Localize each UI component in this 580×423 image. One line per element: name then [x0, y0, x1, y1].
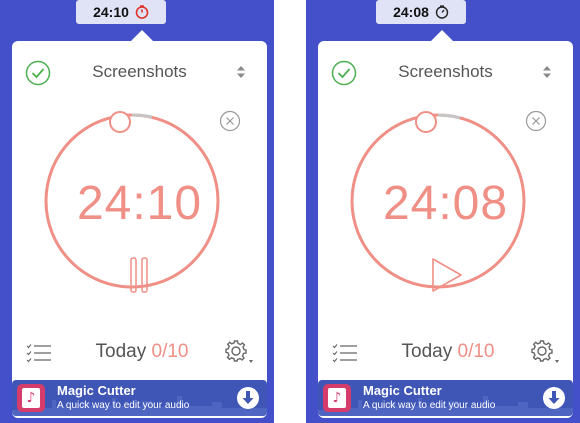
popover-arrow	[131, 30, 153, 41]
pause-icon[interactable]	[119, 254, 159, 300]
check-icon[interactable]	[25, 60, 51, 86]
project-select-arrows-icon[interactable]	[236, 65, 246, 79]
menubar-time: 24:08	[393, 4, 429, 20]
timer-icon	[435, 5, 449, 19]
today-label: Today	[401, 341, 453, 362]
task-list-icon[interactable]	[26, 343, 52, 363]
panel-paused: 24:08 Screenshots 24:08 Today 0/10 ♪ Mag…	[306, 0, 580, 423]
download-icon[interactable]	[236, 386, 260, 410]
stats-footer: Today 0/10	[318, 338, 573, 368]
popover-arrow	[431, 30, 453, 41]
stats-footer: Today 0/10	[12, 338, 267, 368]
timer-popover: Screenshots 24:08 Today 0/10 ♪ Magic Cut…	[318, 30, 573, 418]
ad-subtitle: A quick way to edit your audio	[363, 400, 496, 411]
menubar-timer[interactable]: 24:08	[376, 0, 466, 24]
today-label: Today	[95, 341, 147, 362]
ad-title: Magic Cutter	[363, 383, 442, 398]
project-header: Screenshots	[318, 55, 573, 89]
today-count: 0/10	[151, 341, 189, 362]
project-title[interactable]: Screenshots	[52, 62, 227, 82]
timer-progress-knob[interactable]	[414, 110, 438, 134]
play-icon[interactable]	[425, 254, 465, 300]
download-icon[interactable]	[542, 386, 566, 410]
today-stats: Today 0/10	[378, 341, 518, 363]
music-note-icon: ♪	[22, 388, 40, 408]
menubar-timer[interactable]: 24:10	[76, 0, 166, 24]
menubar-time: 24:10	[93, 4, 129, 20]
ad-banner[interactable]: ♪ Magic Cutter A quick way to edit your …	[12, 380, 267, 416]
check-icon[interactable]	[331, 60, 357, 86]
today-count: 0/10	[457, 341, 495, 362]
magic-cutter-app-icon: ♪	[323, 384, 351, 412]
close-icon[interactable]	[219, 110, 241, 132]
today-stats: Today 0/10	[72, 341, 212, 363]
magic-cutter-app-icon: ♪	[17, 384, 45, 412]
timer-display: 24:10	[76, 177, 203, 230]
project-select-arrows-icon[interactable]	[542, 65, 552, 79]
ad-title: Magic Cutter	[57, 383, 136, 398]
timer-progress-knob[interactable]	[108, 110, 132, 134]
timer-popover: Screenshots 24:10 Today 0/10 ♪ Magic Cut…	[12, 30, 267, 418]
task-list-icon[interactable]	[332, 343, 358, 363]
ad-banner[interactable]: ♪ Magic Cutter A quick way to edit your …	[318, 380, 573, 416]
timer-display: 24:08	[382, 177, 509, 230]
project-title[interactable]: Screenshots	[358, 62, 533, 82]
project-header: Screenshots	[12, 55, 267, 89]
gear-icon[interactable]	[224, 338, 254, 366]
close-icon[interactable]	[525, 110, 547, 132]
music-note-icon: ♪	[328, 388, 346, 408]
ad-subtitle: A quick way to edit your audio	[57, 400, 190, 411]
panel-running: 24:10 Screenshots 24:10 Today 0/10 ♪ Mag…	[0, 0, 274, 423]
gear-icon[interactable]	[530, 338, 560, 366]
timer-running-icon	[135, 5, 149, 19]
